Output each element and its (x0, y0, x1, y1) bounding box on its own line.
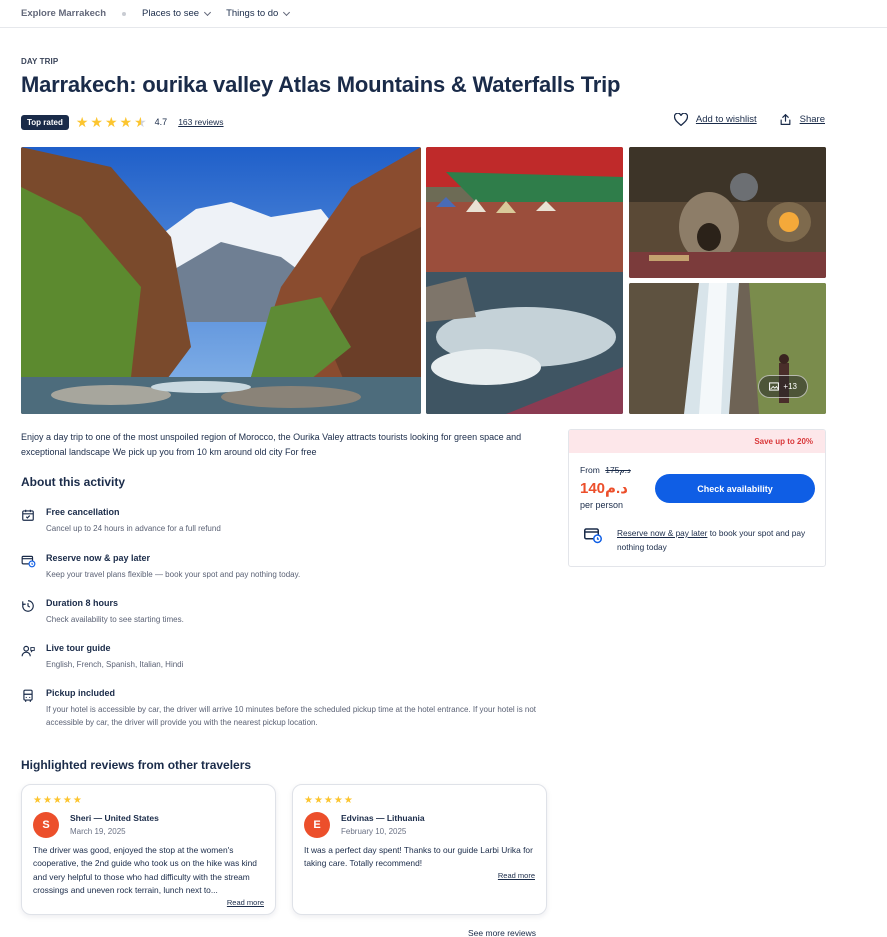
feature-free-cancellation: Free cancellation Cancel up to 24 hours i… (21, 507, 546, 535)
rating-stars: ★ ★ ★ ★ ★ (76, 115, 149, 129)
review-card: ★★★★★ E Edvinas — Lithuania February 10,… (292, 784, 547, 915)
top-nav: Explore Marrakech Places to see Things t… (0, 0, 887, 28)
rating-row: Top rated ★ ★ ★ ★ ★ 4.7 163 reviews (21, 114, 224, 130)
read-more-link[interactable]: Read more (227, 898, 264, 907)
feature-title: Duration 8 hours (46, 598, 119, 608)
calendar-check-icon (22, 509, 34, 521)
feature-desc: Cancel up to 24 hours in advance for a f… (46, 524, 221, 533)
photo-waterfall[interactable]: +13 (629, 283, 826, 414)
share-icon (780, 114, 791, 125)
things-to-do-menu[interactable]: Things to do (226, 8, 291, 19)
feature-desc: Check availability to see starting times… (46, 615, 184, 624)
booking-card: Save up to 20% From 175د.م 140د.م per pe… (568, 429, 826, 567)
avatar: S (33, 812, 59, 838)
photo-gallery: +13 (21, 147, 826, 414)
read-more-link[interactable]: Read more (498, 871, 535, 880)
image-icon (769, 382, 780, 391)
feature-live-guide: Live tour guide English, French, Spanish,… (21, 643, 546, 671)
places-to-see-menu[interactable]: Places to see (142, 8, 212, 19)
star-icon: ★ (119, 114, 133, 130)
breadcrumb-separator (122, 11, 127, 16)
save-banner: Save up to 20% (569, 430, 825, 453)
activity-category: DAY TRIP (21, 57, 59, 66)
page-actions: Add to wishlist Share (652, 113, 825, 126)
photo-riverside-market[interactable] (426, 147, 623, 414)
review-date: February 10, 2025 (341, 827, 407, 836)
card-clock-icon (584, 528, 602, 544)
page-title: Marrakech: ourika valley Atlas Mountains… (21, 72, 621, 97)
price-from: From 175د.م (580, 465, 631, 475)
feature-desc: If your hotel is accessible by car, the … (46, 705, 537, 727)
half-star-icon: ★ (134, 114, 147, 130)
breadcrumb[interactable]: Explore Marrakech (21, 8, 106, 19)
card-clock-icon (21, 555, 36, 568)
reserve-now-link[interactable]: Reserve now & pay later (617, 528, 707, 538)
review-stars: ★★★★★ (33, 795, 83, 806)
about-heading: About this activity (21, 475, 126, 489)
see-more-reviews-link[interactable]: See more reviews (468, 928, 536, 937)
reserve-note: Reserve now & pay later to book your spo… (583, 526, 817, 554)
review-text: It was a perfect day spent! Thanks to ou… (304, 845, 533, 869)
check-availability-button[interactable]: Check availability (655, 474, 815, 503)
add-to-wishlist-button[interactable]: Add to wishlist (673, 113, 757, 126)
guide-icon (21, 645, 35, 657)
avatar: E (304, 812, 330, 838)
feature-reserve-now: Reserve now & pay later Keep your travel … (21, 553, 546, 581)
reviewer-name: Sheri — United States (70, 813, 159, 823)
star-icon: ★ (90, 114, 103, 130)
feature-title: Free cancellation (46, 507, 120, 517)
feature-desc: Keep your travel plans flexible — book y… (46, 570, 301, 579)
star-icon: ★ (75, 114, 89, 130)
chevron-down-icon (204, 8, 212, 16)
share-button[interactable]: Share (779, 113, 825, 126)
feature-desc: English, French, Spanish, Italian, Hindi (46, 660, 184, 669)
feature-title: Pickup included (46, 688, 116, 698)
reviews-link[interactable]: 163 reviews (178, 117, 223, 127)
top-rated-badge: Top rated (21, 114, 69, 130)
feature-title: Live tour guide (46, 643, 111, 653)
review-text: The driver was good, enjoyed the stop at… (33, 845, 257, 895)
original-price: 175د.م (605, 465, 631, 475)
reviewer-name: Edvinas — Lithuania (341, 813, 425, 823)
per-person-label: per person (580, 500, 624, 510)
rating-value: 4.7 (154, 117, 168, 127)
feature-duration: Duration 8 hours Check availability to se… (21, 598, 546, 626)
bus-icon (23, 689, 33, 702)
heart-icon (673, 113, 688, 126)
clock-icon (22, 600, 34, 612)
feature-pickup: Pickup included If your hotel is accessib… (21, 688, 546, 729)
review-stars: ★★★★★ (304, 795, 354, 806)
review-date: March 19, 2025 (70, 827, 126, 836)
reviews-heading: Highlighted reviews from other travelers (21, 758, 252, 772)
current-price: 140د.م (580, 480, 628, 497)
photo-mountain-valley[interactable] (21, 147, 421, 414)
star-icon: ★ (104, 114, 118, 130)
more-photos-button[interactable]: +13 (758, 375, 808, 398)
review-card: ★★★★★ S Sheri — United States March 19, … (21, 784, 276, 915)
photo-clay-oven[interactable] (629, 147, 826, 278)
activity-intro: Enjoy a day trip to one of the most unsp… (21, 432, 522, 457)
feature-title: Reserve now & pay later (46, 553, 151, 563)
chevron-down-icon (283, 8, 291, 16)
